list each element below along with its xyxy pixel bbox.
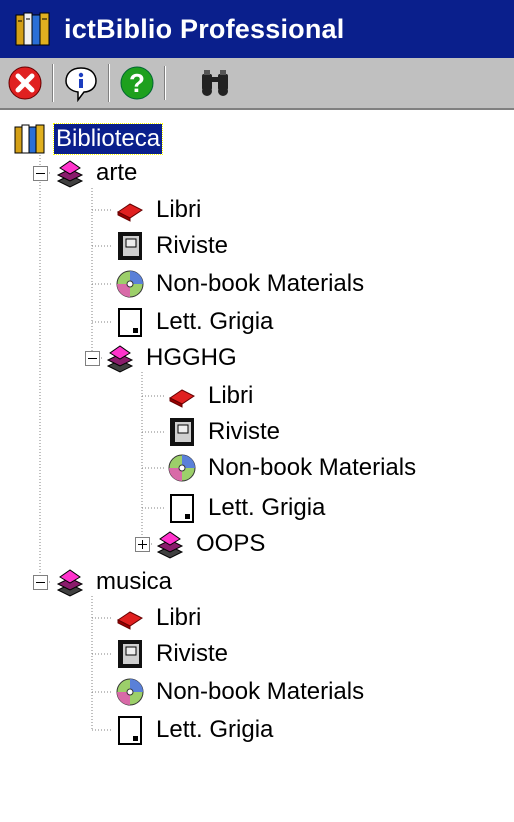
tree-node-non-book-materials[interactable]: Non-book Materials xyxy=(166,451,418,485)
book-icon xyxy=(117,611,143,630)
cd-icon xyxy=(116,678,144,706)
tree-node-label: Lett. Grigia xyxy=(208,494,326,521)
tree-node-riviste[interactable]: Riviste xyxy=(114,229,230,263)
toolbar-separator xyxy=(52,64,54,102)
library-icon xyxy=(14,124,45,154)
tree-node-riviste[interactable]: Riviste xyxy=(166,415,282,449)
magazine-icon xyxy=(170,418,194,446)
document-icon xyxy=(118,716,142,745)
tree-node-label: Lett. Grigia xyxy=(156,308,274,335)
close-icon[interactable] xyxy=(6,64,44,102)
tree-node-label: Libri xyxy=(156,196,202,223)
tree-node-label: Lett. Grigia xyxy=(156,716,274,743)
collapse-arte-button[interactable] xyxy=(33,166,48,181)
window-title: ictBiblio Professional xyxy=(64,13,345,44)
tree-root-biblioteca[interactable]: Biblioteca xyxy=(14,122,164,156)
cd-icon xyxy=(116,270,144,298)
toolbar-separator xyxy=(164,66,166,100)
tree-node-oops[interactable]: OOPS xyxy=(154,527,267,561)
title-bar: ictBiblio Professional xyxy=(0,0,514,58)
tree-node-libri[interactable]: Libri xyxy=(114,601,203,635)
tree-node-libri[interactable]: Libri xyxy=(114,193,203,227)
svg-text:?: ? xyxy=(129,68,145,98)
tree-node-label: Riviste xyxy=(156,232,229,259)
tree-node-label: Non-book Materials xyxy=(208,454,417,481)
tree-node-label: arte xyxy=(96,159,138,186)
binoculars-icon[interactable] xyxy=(196,64,234,102)
book-icon xyxy=(169,389,195,408)
collapse-musica-button[interactable] xyxy=(33,575,48,590)
tree-node-libri[interactable]: Libri xyxy=(166,379,255,413)
tree-node-lett-grigia[interactable]: Lett. Grigia xyxy=(114,713,275,747)
books-stack-icon xyxy=(56,160,84,188)
toolbar-separator xyxy=(108,64,110,102)
book-icon xyxy=(117,203,143,222)
tree-node-label: Riviste xyxy=(156,640,229,667)
books-stack-icon xyxy=(106,345,134,373)
collapse-hgghg-button[interactable] xyxy=(85,351,100,366)
toolbar: ? xyxy=(0,58,514,110)
tree-node-non-book-materials[interactable]: Non-book Materials xyxy=(114,267,366,301)
tree-node-label: Riviste xyxy=(208,418,281,445)
books-stack-icon xyxy=(156,531,184,559)
tree-node-non-book-materials[interactable]: Non-book Materials xyxy=(114,675,366,709)
library-icon xyxy=(15,12,50,46)
tree-node-musica[interactable]: musica xyxy=(54,565,174,599)
magazine-icon xyxy=(118,232,142,260)
tree-node-label: Libri xyxy=(208,382,254,409)
tree-node-label: Non-book Materials xyxy=(156,270,365,297)
tree-node-hgghg[interactable]: HGGHG xyxy=(104,341,239,375)
document-icon xyxy=(170,494,194,523)
document-icon xyxy=(118,308,142,337)
magazine-icon xyxy=(118,640,142,668)
tree-node-label: Libri xyxy=(156,604,202,631)
tree-node-lett-grigia[interactable]: Lett. Grigia xyxy=(166,491,327,525)
tree-node-riviste[interactable]: Riviste xyxy=(114,637,230,671)
tree-node-label: Biblioteca xyxy=(52,123,164,155)
tree-view[interactable]: Biblioteca arte Libri Riviste Non-book M… xyxy=(0,110,514,822)
tree-node-label: OOPS xyxy=(196,530,266,557)
tree-node-label: HGGHG xyxy=(146,344,237,371)
tree-node-arte[interactable]: arte xyxy=(54,156,139,190)
tree-node-lett-grigia[interactable]: Lett. Grigia xyxy=(114,305,275,339)
tree-node-label: musica xyxy=(96,568,173,595)
help-icon[interactable]: ? xyxy=(118,64,156,102)
expand-oops-button[interactable] xyxy=(135,537,150,552)
info-icon[interactable] xyxy=(62,64,100,102)
cd-icon xyxy=(168,454,196,482)
tree-node-label: Non-book Materials xyxy=(156,678,365,705)
books-stack-icon xyxy=(56,569,84,597)
